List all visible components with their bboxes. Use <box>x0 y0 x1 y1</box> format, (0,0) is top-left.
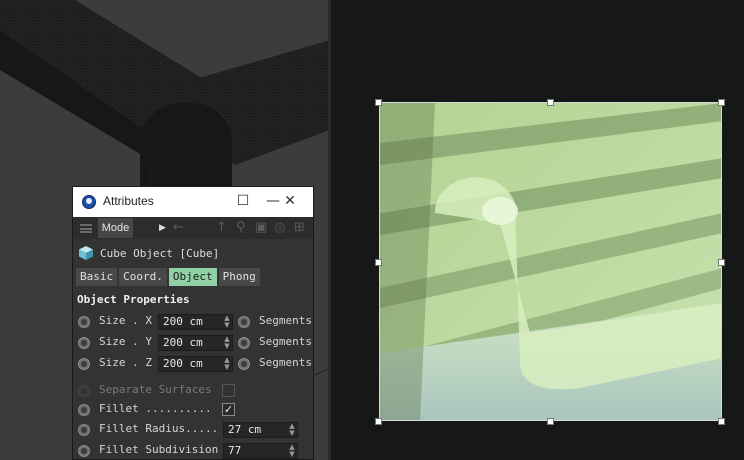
attributes-toolbar: Mode ▶ ← ↑ ⚲ ▣ ◎ ⊞ <box>73 217 313 239</box>
fillet-subdivision-spinner[interactable]: ▲ ▼ <box>287 444 297 459</box>
animation-keyframe-icon <box>78 385 90 397</box>
resize-handle-br[interactable] <box>718 418 725 425</box>
separate-surfaces-checkbox[interactable] <box>222 384 235 397</box>
animation-keyframe-icon[interactable] <box>78 424 90 436</box>
resize-handle-bm[interactable] <box>547 418 554 425</box>
target-icon[interactable]: ◎ <box>274 219 285 237</box>
close-button[interactable]: ✕ <box>278 191 302 211</box>
segments-x-label: Segments <box>259 314 312 327</box>
fillet-radius-row: Fillet Radius..... 27 cm ▲ ▼ <box>73 420 313 440</box>
cinema4d-app-icon <box>82 195 96 209</box>
image-content <box>380 103 721 420</box>
fillet-subdivision-row: Fillet Subdivision 77 ▲ ▼ <box>73 441 313 459</box>
attributes-window: Attributes — ☐ ✕ Mode ▶ ← ↑ ⚲ ▣ ◎ ⊞ Cube… <box>72 186 314 460</box>
tab-basic[interactable]: Basic <box>76 268 118 286</box>
animation-keyframe-icon[interactable] <box>78 358 90 370</box>
size-x-row: Size . X 200 cm ▲ ▼ Segments <box>73 312 313 332</box>
fillet-radius-spinner[interactable]: ▲ ▼ <box>287 423 297 439</box>
section-title: Object Properties <box>77 293 190 306</box>
up-arrow-icon[interactable]: ↑ <box>216 219 227 237</box>
new-panel-icon[interactable]: ⊞ <box>294 219 305 237</box>
animation-keyframe-icon[interactable] <box>78 404 90 416</box>
object-name: Cube Object [Cube] <box>100 247 220 260</box>
segments-z-label: Segments <box>259 356 312 369</box>
animation-keyframe-icon[interactable] <box>238 337 250 349</box>
cube-icon <box>79 246 93 260</box>
size-z-spinner[interactable]: ▲ ▼ <box>222 357 232 373</box>
size-x-label: Size . X <box>99 314 152 327</box>
preview-image[interactable] <box>379 102 722 421</box>
animation-keyframe-icon[interactable] <box>78 337 90 349</box>
lock-icon[interactable]: ▣ <box>255 219 267 237</box>
resize-handle-tm[interactable] <box>547 99 554 106</box>
fillet-radius-label: Fillet Radius..... <box>99 422 219 435</box>
tab-phong[interactable]: Phong <box>218 268 260 286</box>
fillet-checkbox[interactable]: ✓ <box>222 403 235 416</box>
window-titlebar[interactable]: Attributes — ☐ ✕ <box>73 187 313 217</box>
segments-y-label: Segments <box>259 335 312 348</box>
animation-keyframe-icon[interactable] <box>78 316 90 328</box>
tab-object[interactable]: Object <box>168 268 217 286</box>
fillet-row: Fillet .......... ✓ <box>73 400 313 420</box>
resize-handle-tr[interactable] <box>718 99 725 106</box>
window-title: Attributes <box>103 194 154 208</box>
fillet-subdivision-label: Fillet Subdivision <box>99 443 219 456</box>
fillet-label: Fillet .......... <box>99 402 212 415</box>
animation-keyframe-icon[interactable] <box>238 316 250 328</box>
attribute-tabs: Basic Coord. Object Phong <box>76 268 262 286</box>
hamburger-menu-icon[interactable] <box>80 224 92 233</box>
resize-handle-mr[interactable] <box>718 259 725 266</box>
animation-keyframe-icon[interactable] <box>78 445 90 457</box>
resize-handle-bl[interactable] <box>375 418 382 425</box>
size-z-label: Size . Z <box>99 356 152 369</box>
separate-surfaces-label: Separate Surfaces <box>99 383 212 396</box>
back-arrow-icon[interactable]: ← <box>173 219 184 237</box>
size-y-row: Size . Y 200 cm ▲ ▼ Segments <box>73 333 313 353</box>
size-y-spinner[interactable]: ▲ ▼ <box>222 336 232 352</box>
separate-surfaces-row: Separate Surfaces <box>73 381 313 401</box>
maximize-button[interactable]: ☐ <box>231 191 255 211</box>
animation-keyframe-icon[interactable] <box>238 358 250 370</box>
resize-handle-ml[interactable] <box>375 259 382 266</box>
play-arrow-icon[interactable]: ▶ <box>159 219 166 237</box>
size-x-spinner[interactable]: ▲ ▼ <box>222 315 232 331</box>
resize-handle-tl[interactable] <box>375 99 382 106</box>
mode-menu[interactable]: Mode <box>98 218 133 238</box>
object-header: Cube Object [Cube] <box>73 239 313 267</box>
search-icon[interactable]: ⚲ <box>236 219 246 237</box>
size-y-label: Size . Y <box>99 335 152 348</box>
tab-coord[interactable]: Coord. <box>119 268 167 286</box>
size-z-row: Size . Z 200 cm ▲ ▼ Segments <box>73 354 313 374</box>
